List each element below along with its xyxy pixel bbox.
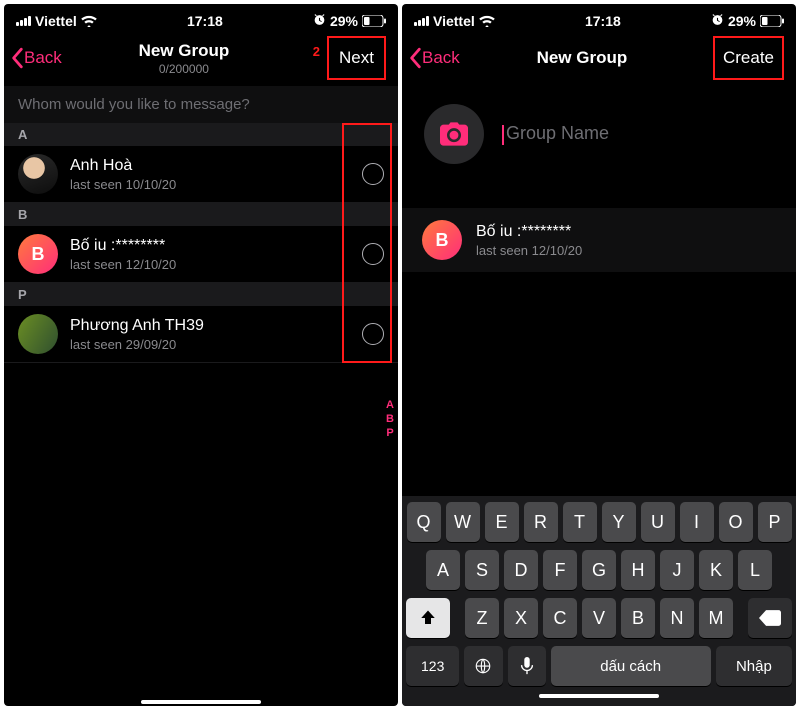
contact-row-bo-iu[interactable]: B Bố iu :******** last seen 12/10/20	[4, 226, 398, 283]
battery-pct-label: 29%	[330, 13, 358, 29]
backspace-key[interactable]	[748, 598, 792, 638]
avatar	[18, 314, 58, 354]
contact-name: Anh Hoà	[70, 157, 350, 175]
home-indicator[interactable]	[539, 694, 659, 698]
section-header-p: P	[4, 283, 398, 306]
member-lastseen: last seen 12/10/20	[476, 243, 776, 258]
key-t[interactable]: T	[563, 502, 597, 542]
camera-icon	[440, 122, 468, 146]
key-o[interactable]: O	[719, 502, 753, 542]
index-b[interactable]: B	[386, 413, 394, 425]
contact-row-anh-hoa[interactable]: Anh Hoà last seen 10/10/20	[4, 146, 398, 203]
contact-row-phuong-anh[interactable]: Phương Anh TH39 last seen 29/09/20	[4, 306, 398, 363]
member-count: 0/200000	[139, 62, 230, 76]
wifi-icon	[81, 15, 97, 27]
key-v[interactable]: V	[582, 598, 616, 638]
avatar	[18, 154, 58, 194]
section-header-a: A	[4, 123, 398, 146]
keyboard: QWERTYUIOP ASDFGHJKL ZXCVBNM 123 dấu các…	[402, 496, 796, 706]
key-e[interactable]: E	[485, 502, 519, 542]
contact-lastseen: last seen 10/10/20	[70, 177, 350, 192]
key-r[interactable]: R	[524, 502, 558, 542]
key-a[interactable]: A	[426, 550, 460, 590]
select-radio[interactable]	[362, 243, 384, 265]
home-indicator[interactable]	[141, 700, 261, 704]
return-key[interactable]: Nhập	[716, 646, 792, 686]
globe-key[interactable]	[464, 646, 502, 686]
group-photo-button[interactable]	[424, 104, 484, 164]
search-input[interactable]: Whom would you like to message?	[4, 86, 398, 123]
annotation-marker-2: 2	[313, 44, 320, 59]
screen-name-group: Viettel 17:18 29% Back New Group Create	[402, 4, 796, 706]
back-button[interactable]: Back	[10, 47, 62, 69]
mic-key[interactable]	[508, 646, 546, 686]
key-x[interactable]: X	[504, 598, 538, 638]
key-m[interactable]: M	[699, 598, 733, 638]
contact-lastseen: last seen 12/10/20	[70, 257, 350, 272]
key-h[interactable]: H	[621, 550, 655, 590]
key-c[interactable]: C	[543, 598, 577, 638]
battery-icon	[362, 15, 386, 27]
index-p[interactable]: P	[386, 427, 394, 439]
select-radio[interactable]	[362, 323, 384, 345]
key-p[interactable]: P	[758, 502, 792, 542]
signal-icon	[16, 16, 31, 26]
text-cursor	[502, 125, 504, 145]
select-radio[interactable]	[362, 163, 384, 185]
key-s[interactable]: S	[465, 550, 499, 590]
screen-select-contacts: Viettel 17:18 29% Back New Group 0/20000…	[4, 4, 398, 706]
key-z[interactable]: Z	[465, 598, 499, 638]
member-row[interactable]: B Bố iu :******** last seen 12/10/20	[402, 208, 796, 272]
section-header-b: B	[4, 203, 398, 226]
key-q[interactable]: Q	[407, 502, 441, 542]
carrier-label: Viettel	[35, 13, 77, 29]
nav-bar: Back New Group Create	[402, 32, 796, 86]
key-k[interactable]: K	[699, 550, 733, 590]
avatar: B	[18, 234, 58, 274]
search-placeholder: Whom would you like to message?	[18, 96, 250, 113]
avatar: B	[422, 220, 462, 260]
nav-bar: Back New Group 0/200000 2 Next	[4, 32, 398, 86]
battery-icon	[760, 15, 784, 27]
contact-name: Bố iu :********	[70, 237, 350, 255]
key-f[interactable]: F	[543, 550, 577, 590]
battery-pct-label: 29%	[728, 13, 756, 29]
space-key[interactable]: dấu cách	[551, 646, 711, 686]
shift-key[interactable]	[406, 598, 450, 638]
create-button[interactable]: Create	[713, 36, 784, 80]
signal-icon	[414, 16, 429, 26]
key-l[interactable]: L	[738, 550, 772, 590]
key-i[interactable]: I	[680, 502, 714, 542]
status-bar: Viettel 17:18 29%	[4, 4, 398, 32]
alpha-index[interactable]: A B P	[386, 399, 394, 439]
page-title: New Group	[139, 41, 230, 61]
member-name: Bố iu :********	[476, 223, 776, 241]
page-title: New Group	[537, 48, 628, 68]
back-label: Back	[422, 48, 460, 68]
clock-label: 17:18	[187, 13, 223, 29]
numbers-key[interactable]: 123	[406, 646, 459, 686]
back-button[interactable]: Back	[408, 47, 460, 69]
contact-name: Phương Anh TH39	[70, 317, 350, 335]
key-w[interactable]: W	[446, 502, 480, 542]
next-button[interactable]: Next	[327, 36, 386, 80]
key-g[interactable]: G	[582, 550, 616, 590]
alarm-icon	[711, 13, 724, 29]
key-b[interactable]: B	[621, 598, 655, 638]
wifi-icon	[479, 15, 495, 27]
key-d[interactable]: D	[504, 550, 538, 590]
key-y[interactable]: Y	[602, 502, 636, 542]
contact-lastseen: last seen 29/09/20	[70, 337, 350, 352]
alarm-icon	[313, 13, 326, 29]
clock-label: 17:18	[585, 13, 621, 29]
back-label: Back	[24, 48, 62, 68]
status-bar: Viettel 17:18 29%	[402, 4, 796, 32]
key-u[interactable]: U	[641, 502, 675, 542]
key-j[interactable]: J	[660, 550, 694, 590]
index-a[interactable]: A	[386, 399, 394, 411]
group-name-input[interactable]: Group Name	[502, 123, 774, 144]
carrier-label: Viettel	[433, 13, 475, 29]
key-n[interactable]: N	[660, 598, 694, 638]
group-name-placeholder: Group Name	[506, 123, 609, 143]
